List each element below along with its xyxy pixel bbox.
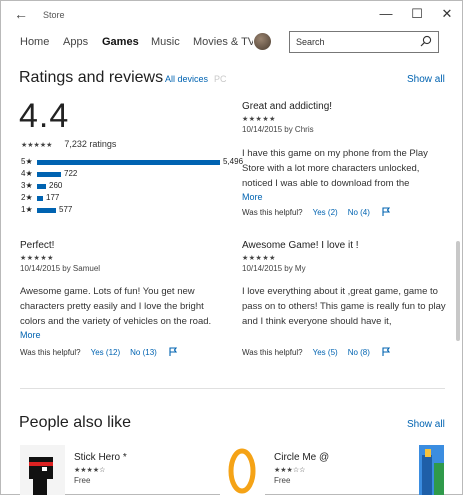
helpful-label: Was this helpful? bbox=[242, 348, 303, 357]
search-input[interactable]: Search bbox=[296, 37, 325, 47]
tab-music[interactable]: Music bbox=[151, 36, 180, 48]
filter-all-devices[interactable]: All devices bbox=[165, 74, 208, 84]
review-date-author: 10/14/2015 by My bbox=[242, 264, 306, 273]
tab-games[interactable]: Games bbox=[102, 36, 139, 48]
review-stars: ★★★★★ bbox=[242, 116, 276, 123]
ratings-show-all-link[interactable]: Show all bbox=[407, 74, 445, 85]
recommended-app[interactable]: Stick Hero * ★★★★☆ Free bbox=[74, 452, 127, 485]
histogram-count: 5,496 bbox=[223, 157, 244, 166]
app-stars: ★★★☆☆ bbox=[274, 467, 306, 474]
helpful-yes-button[interactable]: Yes (2) bbox=[313, 208, 338, 217]
review-more-link[interactable]: More bbox=[242, 191, 452, 203]
average-rating: 4.4 bbox=[19, 97, 70, 135]
review-card: Great and addicting! ★★★★★ 10/14/2015 by… bbox=[242, 101, 452, 203]
histogram-star-label: 5★ bbox=[21, 157, 33, 166]
review-title: Perfect! bbox=[20, 240, 55, 251]
histogram-bar bbox=[37, 184, 46, 189]
helpful-no-button[interactable]: No (4) bbox=[348, 208, 370, 217]
helpful-no-button[interactable]: No (13) bbox=[130, 348, 157, 357]
histogram-count: 577 bbox=[59, 205, 73, 214]
app-window: ← Store — ☐ ✕ Home Apps Games Music Movi… bbox=[0, 0, 463, 495]
helpful-yes-button[interactable]: Yes (12) bbox=[91, 348, 121, 357]
tab-apps[interactable]: Apps bbox=[63, 36, 88, 48]
helpful-row: Was this helpful? Yes (2) No (4) bbox=[242, 207, 391, 217]
stick-hero-art-icon bbox=[20, 445, 65, 495]
filter-pc[interactable]: PC bbox=[214, 74, 227, 84]
helpful-no-button[interactable]: No (8) bbox=[348, 348, 370, 357]
app-price: Free bbox=[274, 476, 291, 485]
section-divider bbox=[20, 388, 445, 389]
histogram-bar bbox=[37, 160, 220, 165]
histogram-bar bbox=[37, 208, 56, 213]
review-date-author: 10/14/2015 by Samuel bbox=[20, 264, 101, 273]
tab-movies-tv[interactable]: Movies & TV bbox=[193, 36, 253, 48]
report-flag-icon[interactable] bbox=[169, 347, 178, 356]
review-stars: ★★★★★ bbox=[20, 255, 54, 262]
minimize-icon[interactable]: — bbox=[378, 6, 394, 21]
helpful-row: Was this helpful? Yes (5) No (8) bbox=[242, 347, 391, 357]
histogram-star-label: 4★ bbox=[21, 169, 33, 178]
search-box[interactable]: Search bbox=[289, 31, 439, 53]
maximize-icon[interactable]: ☐ bbox=[409, 6, 425, 22]
avatar[interactable] bbox=[254, 33, 271, 50]
rating-count-row: ★★★★★ 7,232 ratings bbox=[21, 139, 116, 149]
helpful-yes-button[interactable]: Yes (5) bbox=[313, 348, 338, 357]
device-filter: All devices PC bbox=[165, 74, 227, 84]
title-bar: ← Store — ☐ ✕ bbox=[2, 2, 461, 29]
ratings-heading: Ratings and reviews bbox=[19, 69, 164, 86]
app-name: Stick Hero * bbox=[74, 452, 127, 463]
review-title: Great and addicting! bbox=[242, 101, 333, 112]
review-more-link[interactable]: More bbox=[20, 329, 230, 341]
search-icon[interactable] bbox=[420, 35, 432, 47]
report-flag-icon[interactable] bbox=[382, 207, 391, 216]
review-body: I have this game on my phone from the Pl… bbox=[242, 148, 428, 189]
average-stars: ★★★★★ bbox=[21, 142, 53, 149]
people-also-like-show-all-link[interactable]: Show all bbox=[407, 419, 445, 430]
back-arrow-icon[interactable]: ← bbox=[14, 6, 28, 22]
review-body: I love everything about it ,great game, … bbox=[242, 286, 446, 327]
app-name: Circle Me @ bbox=[274, 452, 330, 463]
app-stars: ★★★★☆ bbox=[74, 467, 106, 474]
histogram-star-label: 3★ bbox=[21, 181, 33, 190]
review-date-author: 10/14/2015 by Chris bbox=[242, 125, 314, 134]
people-also-like-heading: People also like bbox=[19, 414, 132, 431]
stick-hero-thumbnail[interactable] bbox=[20, 445, 65, 495]
close-icon[interactable]: ✕ bbox=[439, 6, 455, 22]
histogram-count: 722 bbox=[64, 169, 78, 178]
recommended-app[interactable]: Circle Me @ ★★★☆☆ Free bbox=[274, 452, 329, 485]
circle-me-thumbnail[interactable] bbox=[220, 445, 265, 495]
report-flag-icon[interactable] bbox=[382, 347, 391, 356]
histogram-star-label: 1★ bbox=[21, 205, 33, 214]
histogram-count: 260 bbox=[49, 181, 63, 190]
review-stars: ★★★★★ bbox=[242, 255, 276, 262]
circle-me-art-icon bbox=[228, 448, 256, 494]
histogram-bar bbox=[37, 196, 43, 201]
partial-app-art-icon bbox=[419, 445, 444, 495]
review-body: Awesome game. Lots of fun! You get new c… bbox=[20, 286, 212, 327]
review-card: Awesome Game! I love it ! ★★★★★ 10/14/20… bbox=[242, 240, 452, 329]
partial-app-thumbnail[interactable] bbox=[419, 445, 444, 495]
window-title: Store bbox=[43, 10, 65, 20]
scrollbar-thumb[interactable] bbox=[456, 241, 460, 341]
tab-home[interactable]: Home bbox=[20, 36, 49, 48]
ratings-count: 7,232 ratings bbox=[64, 139, 117, 149]
histogram-count: 177 bbox=[46, 193, 60, 202]
helpful-label: Was this helpful? bbox=[20, 348, 81, 357]
histogram-star-label: 2★ bbox=[21, 193, 33, 202]
app-price: Free bbox=[74, 476, 91, 485]
review-title: Awesome Game! I love it ! bbox=[242, 240, 359, 251]
helpful-label: Was this helpful? bbox=[242, 208, 303, 217]
review-card: Perfect! ★★★★★ 10/14/2015 by Samuel Awes… bbox=[20, 240, 230, 341]
helpful-row: Was this helpful? Yes (12) No (13) bbox=[20, 347, 178, 357]
histogram-bar bbox=[37, 172, 61, 177]
